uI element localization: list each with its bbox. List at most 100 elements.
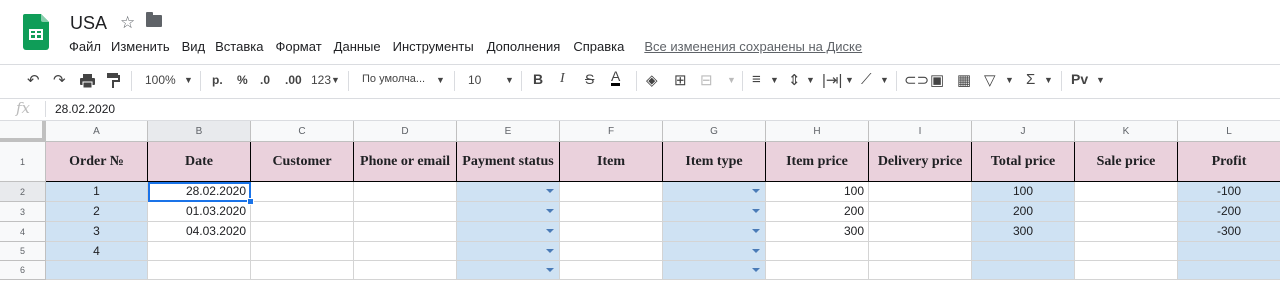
header-cell-b[interactable]: Date: [148, 142, 251, 182]
cell-k5[interactable]: [1075, 242, 1178, 261]
bold-button[interactable]: B: [533, 71, 543, 87]
redo-icon[interactable]: ↷: [53, 71, 66, 89]
filter-icon[interactable]: ▽: [984, 71, 996, 89]
header-cell-d[interactable]: Phone or email: [354, 142, 457, 182]
column-header-l[interactable]: L: [1178, 121, 1280, 142]
dropdown-arrow-icon[interactable]: [546, 209, 554, 213]
cell-f5[interactable]: [560, 242, 663, 261]
cell-h6[interactable]: [766, 261, 869, 280]
borders-icon[interactable]: ⊞: [674, 71, 687, 89]
cell-g4[interactable]: [663, 222, 766, 242]
save-status-link[interactable]: Все изменения сохранены на Диске: [644, 39, 862, 54]
cell-l4[interactable]: -300: [1178, 222, 1280, 242]
cell-j4[interactable]: 300: [972, 222, 1075, 242]
header-cell-c[interactable]: Customer: [251, 142, 354, 182]
cell-l6[interactable]: [1178, 261, 1280, 280]
cell-g6[interactable]: [663, 261, 766, 280]
formula-input[interactable]: 28.02.2020: [55, 102, 115, 116]
dropdown-arrow-icon[interactable]: [752, 189, 760, 193]
column-header-e[interactable]: E: [457, 121, 560, 142]
text-wrapping-icon[interactable]: |⇥|: [822, 71, 842, 89]
menu-data[interactable]: Данные: [334, 39, 381, 54]
cell-b6[interactable]: [148, 261, 251, 280]
document-title[interactable]: USA: [70, 13, 107, 34]
cell-c3[interactable]: [251, 202, 354, 222]
chevron-down-icon[interactable]: ▼: [880, 75, 889, 85]
row-header-5[interactable]: 5: [0, 242, 46, 261]
cell-g3[interactable]: [663, 202, 766, 222]
folder-icon[interactable]: [146, 12, 162, 27]
functions-icon[interactable]: Σ: [1026, 71, 1035, 88]
cell-i5[interactable]: [869, 242, 972, 261]
cell-l5[interactable]: [1178, 242, 1280, 261]
fill-color-icon[interactable]: ◈: [646, 71, 658, 89]
column-header-g[interactable]: G: [663, 121, 766, 142]
header-cell-h[interactable]: Item price: [766, 142, 869, 182]
cell-i6[interactable]: [869, 261, 972, 280]
chevron-down-icon[interactable]: ▼: [770, 75, 779, 85]
currency-format-button[interactable]: р.: [212, 73, 223, 87]
header-cell-j[interactable]: Total price: [972, 142, 1075, 182]
chevron-down-icon[interactable]: ▼: [184, 75, 193, 85]
font-family-select[interactable]: По умолча...: [362, 73, 425, 85]
align-horizontal-icon[interactable]: ≡: [752, 71, 761, 88]
header-cell-k[interactable]: Sale price: [1075, 142, 1178, 182]
header-cell-l[interactable]: Profit: [1178, 142, 1280, 182]
column-header-k[interactable]: K: [1075, 121, 1178, 142]
cell-k3[interactable]: [1075, 202, 1178, 222]
cell-i2[interactable]: [869, 182, 972, 202]
cell-e5[interactable]: [457, 242, 560, 261]
row-header-4[interactable]: 4: [0, 222, 46, 242]
cell-f2[interactable]: [560, 182, 663, 202]
cell-h3[interactable]: 200: [766, 202, 869, 222]
cell-c6[interactable]: [251, 261, 354, 280]
row-header-3[interactable]: 3: [0, 202, 46, 222]
cell-j2[interactable]: 100: [972, 182, 1075, 202]
text-color-button[interactable]: A: [611, 69, 621, 86]
menu-file[interactable]: Файл: [69, 39, 101, 54]
header-cell-g[interactable]: Item type: [663, 142, 766, 182]
cell-i3[interactable]: [869, 202, 972, 222]
cell-e6[interactable]: [457, 261, 560, 280]
cell-l3[interactable]: -200: [1178, 202, 1280, 222]
cell-i4[interactable]: [869, 222, 972, 242]
sheets-logo-icon[interactable]: [23, 14, 49, 50]
header-cell-a[interactable]: Order №: [46, 142, 148, 182]
increase-decimal-button[interactable]: .00: [285, 73, 302, 87]
decrease-decimal-button[interactable]: .0: [260, 73, 270, 87]
menu-tools[interactable]: Инструменты: [393, 39, 474, 54]
cell-k4[interactable]: [1075, 222, 1178, 242]
menu-format[interactable]: Формат: [275, 39, 321, 54]
column-header-f[interactable]: F: [560, 121, 663, 142]
undo-icon[interactable]: ↶: [27, 71, 40, 89]
column-header-d[interactable]: D: [354, 121, 457, 142]
chart-icon[interactable]: ▦: [957, 71, 971, 89]
cell-e3[interactable]: [457, 202, 560, 222]
chevron-down-icon[interactable]: ▼: [505, 75, 514, 85]
cell-k6[interactable]: [1075, 261, 1178, 280]
cell-a5[interactable]: 4: [46, 242, 148, 261]
cell-h5[interactable]: [766, 242, 869, 261]
italic-button[interactable]: I: [560, 71, 565, 87]
cell-e4[interactable]: [457, 222, 560, 242]
strikethrough-button[interactable]: S: [585, 71, 594, 87]
chevron-down-icon[interactable]: ▼: [1096, 75, 1105, 85]
star-icon[interactable]: ☆: [120, 13, 135, 33]
cell-l2[interactable]: -100: [1178, 182, 1280, 202]
cell-a3[interactable]: 2: [46, 202, 148, 222]
cell-f6[interactable]: [560, 261, 663, 280]
dropdown-arrow-icon[interactable]: [752, 229, 760, 233]
chevron-down-icon[interactable]: ▼: [845, 75, 854, 85]
zoom-select[interactable]: 100%: [145, 73, 176, 87]
cell-a6[interactable]: [46, 261, 148, 280]
cell-b5[interactable]: [148, 242, 251, 261]
cell-c4[interactable]: [251, 222, 354, 242]
cell-c2[interactable]: [251, 182, 354, 202]
font-size-select[interactable]: 10: [468, 73, 481, 87]
merge-cells-icon[interactable]: ⊟: [700, 71, 713, 89]
header-cell-f[interactable]: Item: [560, 142, 663, 182]
chevron-down-icon[interactable]: ▼: [806, 75, 815, 85]
more-formats-button[interactable]: 123: [311, 73, 331, 87]
chevron-down-icon[interactable]: ▼: [331, 75, 340, 85]
cell-a2[interactable]: 1: [46, 182, 148, 202]
